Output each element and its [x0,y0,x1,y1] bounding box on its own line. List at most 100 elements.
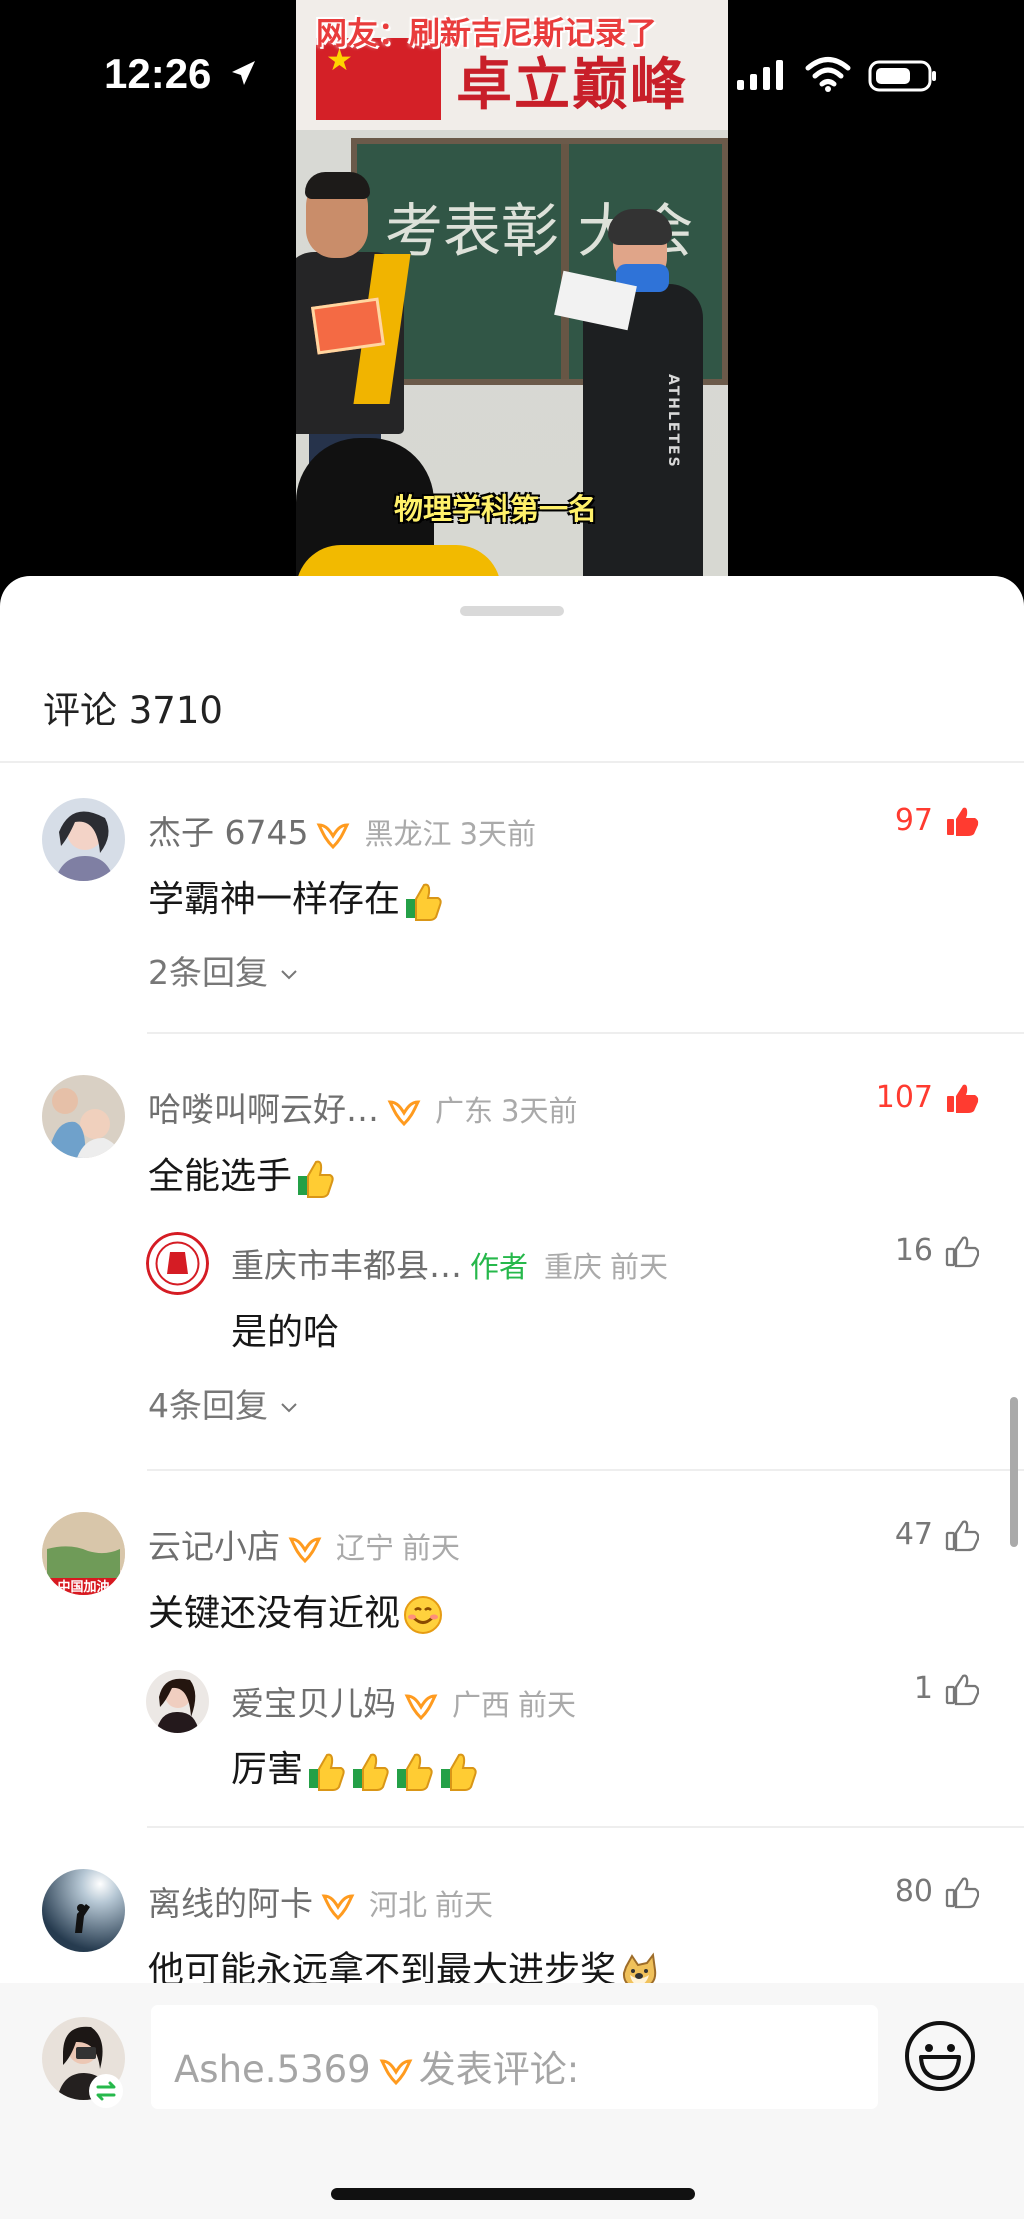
thumbs-up-emoji [309,1753,345,1791]
china-cheer-avatar-icon: 中国加油 [42,1512,125,1595]
level-badge-icon [288,1536,322,1563]
comment-text-content: 全能选手 [148,1156,293,1197]
reply-avatar[interactable] [146,1232,209,1295]
reply-username[interactable]: 重庆市丰都县… [231,1246,462,1285]
timestamp: 前天 [435,1888,494,1922]
sky-silhouette-avatar-icon [42,1869,125,1952]
sheet-drag-handle[interactable] [460,606,564,616]
comments-title: 评论 3710 [43,680,223,734]
comment-input[interactable] [151,2005,878,2109]
show-replies-link[interactable]: 2条回复 [148,946,298,994]
username[interactable]: 云记小店 [148,1527,280,1566]
home-indicator[interactable] [331,2188,695,2200]
comment-item[interactable]: 离线的阿卡 河北 前天 他可能永远拿不到最大进步奖 80 [0,1869,1024,1991]
comment-composer[interactable]: Ashe.5369 发表评论: [0,1983,1024,2219]
timestamp: 前天 [402,1531,461,1565]
black-coat [583,284,703,590]
like-count: 47 [894,1517,933,1552]
location: 广东 [435,1094,494,1128]
replies-label[interactable]: 4条回复 [148,1386,268,1425]
like-count: 16 [894,1233,933,1268]
comment-meta: 杰子 6745 黑龙江 3天前 [148,806,536,854]
location: 广西 [452,1688,511,1722]
comment-item[interactable]: 哈喽叫啊云好… 广东 3天前 全能选手 107 重庆市丰都县… 作者 重庆 前天 是的哈 … [0,1075,1024,1545]
comment-meta: 哈喽叫啊云好… 广东 3天前 [148,1083,577,1131]
comment-divider [147,1032,1024,1034]
reply-avatar[interactable] [146,1670,209,1733]
comment-item[interactable]: 杰子 6745 黑龙江 3天前 学霸神一样存在 2条回复 97 [0,798,1024,1068]
comment-divider [147,1469,1024,1471]
thumbs-up-emoji [397,1753,433,1791]
show-replies-link[interactable]: 4条回复 [148,1379,298,1427]
timestamp: 3天前 [501,1094,578,1128]
reply-text-content: 厉害 [231,1749,304,1790]
video-caption: 物理学科第一名 [394,492,598,526]
coat-lettering: ATHLETES [665,374,681,469]
like-button[interactable]: 107 [859,1080,979,1122]
comment-meta: 离线的阿卡 河北 前天 [148,1877,493,1925]
thumbs-up-emoji [353,1753,389,1791]
avatar[interactable] [42,1869,125,1952]
comment-item[interactable]: 中国加油 云记小店 辽宁 前天 关键还没有近视 47 爱宝贝儿妈 广西 前天 厉害 1 [0,1512,1024,1852]
thumbs-up-emoji [406,883,442,921]
account-switch-icon[interactable] [89,2074,123,2108]
chevron-down-icon [281,969,297,979]
like-count: 97 [894,803,933,838]
reply-like-button[interactable]: 16 [859,1233,979,1275]
username[interactable]: 哈喽叫啊云好… [148,1090,379,1129]
replies-label[interactable]: 2条回复 [148,953,268,992]
wifi-icon [805,57,851,92]
filled-thumbs-up-icon [947,1084,979,1113]
thumbs-up-outline-icon [945,1674,979,1705]
like-count: 107 [875,1080,933,1115]
location: 黑龙江 [364,817,452,851]
comment-text: 全能选手 [148,1147,336,1199]
comment-meta: 云记小店 辽宁 前天 [148,1520,460,1568]
timestamp: 3天前 [459,817,536,851]
emoji-picker-icon[interactable] [902,2018,978,2094]
reply-like-button[interactable]: 1 [859,1671,979,1713]
username[interactable]: 离线的阿卡 [148,1884,313,1923]
comment-divider [147,1826,1024,1828]
comment-text: 学霸神一样存在 [148,870,444,922]
avatar[interactable] [42,1075,125,1158]
thumbs-up-outline-icon [945,1877,979,1908]
battery-icon [868,60,936,92]
children-avatar-icon [42,1075,125,1158]
thumbs-up-emoji [298,1160,334,1198]
reply-username[interactable]: 爱宝贝儿妈 [231,1684,396,1723]
reply-meta: 爱宝贝儿妈 广西 前天 [231,1677,576,1725]
thumbs-up-emoji [441,1753,477,1791]
comment-text: 关键还没有近视 [148,1584,444,1636]
level-badge-icon [387,1099,421,1126]
comments-label: 评论 [43,689,117,732]
avatar-text: 中国加油 [57,1579,109,1595]
username[interactable]: 杰子 6745 [148,813,308,852]
level-badge-icon [404,1693,438,1720]
avatar[interactable] [42,798,125,881]
cell-signal-icon [737,60,783,90]
filled-thumbs-up-icon [947,807,979,836]
chevron-down-icon [281,1402,297,1412]
scrollbar-thumb[interactable] [1010,1397,1018,1547]
thumbs-up-outline-icon [945,1520,979,1551]
author-tag: 作者 [470,1250,529,1284]
comment-text-content: 关键还没有近视 [148,1593,401,1634]
status-time: 12:26 [104,50,212,97]
thumbs-up-outline-icon [945,1236,979,1267]
timestamp: 前天 [610,1250,669,1284]
like-button[interactable]: 80 [859,1874,979,1916]
reply-meta: 重庆市丰都县… 作者 重庆 前天 [231,1239,668,1287]
location: 重庆 [544,1250,603,1284]
presenter-left-hair [305,172,370,199]
like-button[interactable]: 47 [859,1517,979,1559]
location: 河北 [369,1888,428,1922]
woman-avatar-icon [42,798,125,881]
location: 辽宁 [336,1531,395,1565]
like-button[interactable]: 97 [859,803,979,845]
school-seal-avatar-icon [146,1232,209,1295]
avatar[interactable]: 中国加油 [42,1512,125,1595]
level-badge-icon [317,822,350,849]
smile-emoji [404,1596,443,1634]
comment-sheet[interactable]: 评论 3710 杰子 6745 黑龙江 3天前 学霸神一样存在 2条回复 97 哈喽… [0,576,1024,2219]
